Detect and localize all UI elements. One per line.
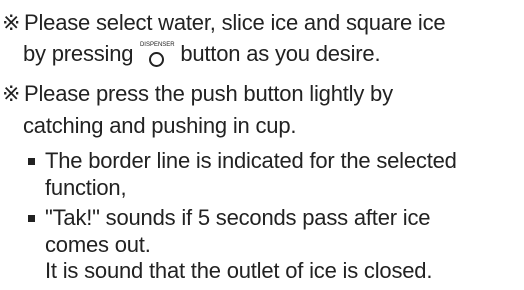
bullet-1-text-1: The border line is indicated for the sel…: [45, 148, 457, 173]
bullet-2-text-3: It is sound that the outlet of ice is cl…: [45, 258, 433, 283]
dispenser-button-circle: [149, 52, 165, 67]
note-1-text-after-icon: button as you desire.: [180, 41, 381, 66]
bullet-2-line-3: It is sound that the outlet of ice is cl…: [45, 258, 432, 284]
note-2-line-1: ※ Please press the push button lightly by: [2, 81, 393, 107]
note-mark: ※: [2, 10, 21, 35]
bullet-2-line-1: "Tak!" sounds if 5 seconds pass after ic…: [45, 205, 430, 231]
note-2-line-2: catching and pushing in cup.: [23, 113, 296, 139]
note-1-text-1: Please select water, slice ice and squar…: [24, 10, 446, 35]
note-2-text-2: catching and pushing in cup.: [23, 113, 297, 138]
note-1-text-before-icon: by pressing: [23, 41, 134, 66]
note-1-line-1: ※ Please select water, slice ice and squa…: [2, 10, 446, 36]
note-2-text-1: Please press the push button lightly by: [24, 81, 393, 106]
bullet-1-line-2: function,: [45, 175, 127, 201]
note-1-line-2: by pressing DISPENSER button as you desire…: [23, 41, 381, 67]
dispenser-button-caption: DISPENSER: [139, 42, 175, 48]
bullet-2-text-2: comes out.: [45, 232, 151, 257]
manual-instructions: ※ Please select water, slice ice and squa…: [0, 0, 524, 290]
bullet-square-icon: [28, 215, 35, 222]
bullet-2-line-2: comes out.: [45, 232, 151, 258]
dispenser-button-icon: DISPENSER: [136, 41, 178, 67]
bullet-2-text-1: "Tak!" sounds if 5 seconds pass after ic…: [45, 205, 431, 230]
bullet-square-icon: [28, 158, 35, 165]
bullet-1-text-2: function,: [45, 175, 127, 200]
bullet-1-line-1: The border line is indicated for the sel…: [45, 148, 457, 174]
note-mark: ※: [2, 81, 21, 106]
